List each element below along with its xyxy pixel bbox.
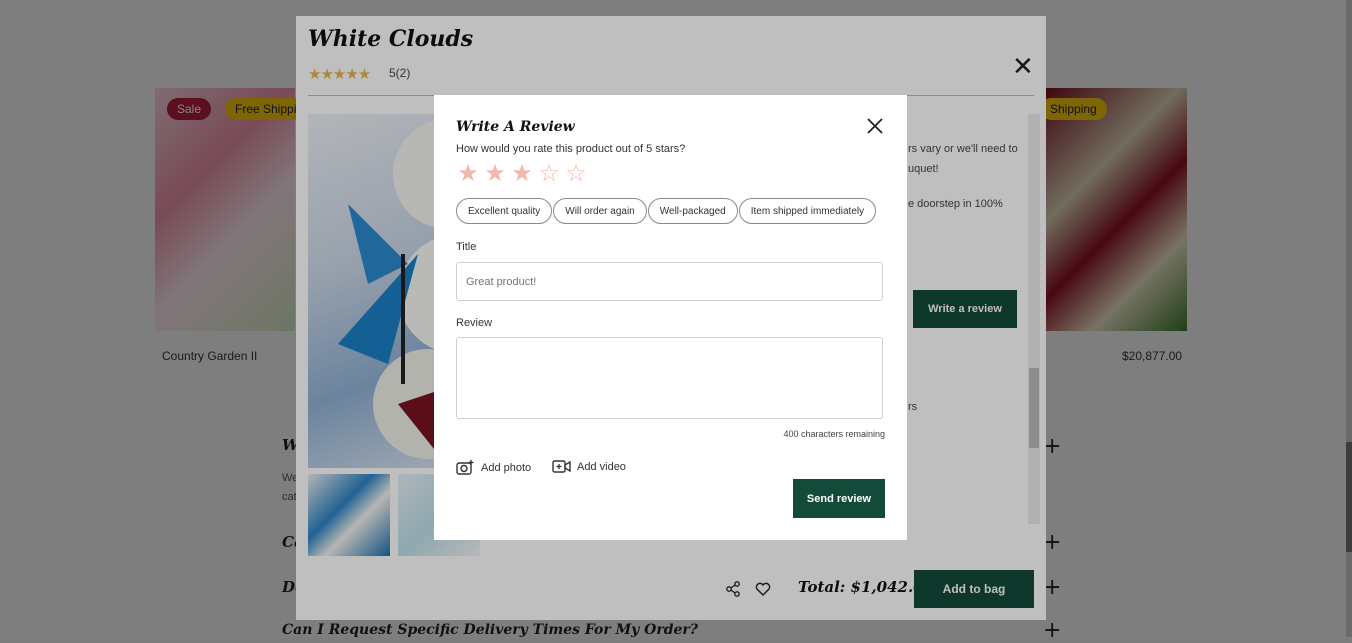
title-label: Title <box>456 241 477 253</box>
chip-item-shipped-immediately[interactable]: Item shipped immediately <box>738 198 877 224</box>
product-text-fragment: rs <box>908 401 918 413</box>
add-photo-button[interactable]: Add photo <box>456 459 531 476</box>
star-icon-5[interactable]: ☆ <box>564 159 588 187</box>
review-textarea[interactable] <box>456 337 883 419</box>
product-text-fragment: rs vary or we'll need to <box>908 143 1018 155</box>
camera-plus-icon <box>456 460 474 475</box>
characters-remaining: 400 characters remaining <box>783 429 885 439</box>
product-text-fragment: uquet! <box>908 163 939 175</box>
chip-well-packaged[interactable]: Well-packaged <box>647 198 738 224</box>
title-input[interactable] <box>456 262 883 301</box>
star-rating-input[interactable]: ★ ★ ★ ☆ ☆ <box>456 159 588 187</box>
add-video-button[interactable]: Add video <box>552 459 626 474</box>
star-icon-4[interactable]: ☆ <box>537 159 561 187</box>
star-icon-2[interactable]: ★ <box>483 159 507 187</box>
rating-question: How would you rate this product out of 5… <box>456 143 686 155</box>
star-icon-1[interactable]: ★ <box>456 159 480 187</box>
star-icon-3[interactable]: ★ <box>510 159 534 187</box>
product-text-fragment: e doorstep in 100% <box>908 198 1003 210</box>
add-video-label: Add video <box>577 460 626 473</box>
chip-excellent-quality[interactable]: Excellent quality <box>456 198 553 224</box>
send-review-button[interactable]: Send review <box>793 479 885 518</box>
page-scrollbar-thumb[interactable] <box>1346 442 1352 552</box>
close-icon[interactable] <box>864 115 886 137</box>
review-dialog: Write A Review How would you rate this p… <box>434 95 907 540</box>
video-plus-icon <box>552 460 571 473</box>
page-scrollbar[interactable] <box>1346 0 1352 637</box>
add-photo-label: Add photo <box>481 461 532 474</box>
quick-tags: Excellent quality Will order again Well-… <box>456 198 877 224</box>
chip-will-order-again[interactable]: Will order again <box>553 198 647 224</box>
dialog-title: Write A Review <box>456 119 575 135</box>
review-label: Review <box>456 317 493 329</box>
